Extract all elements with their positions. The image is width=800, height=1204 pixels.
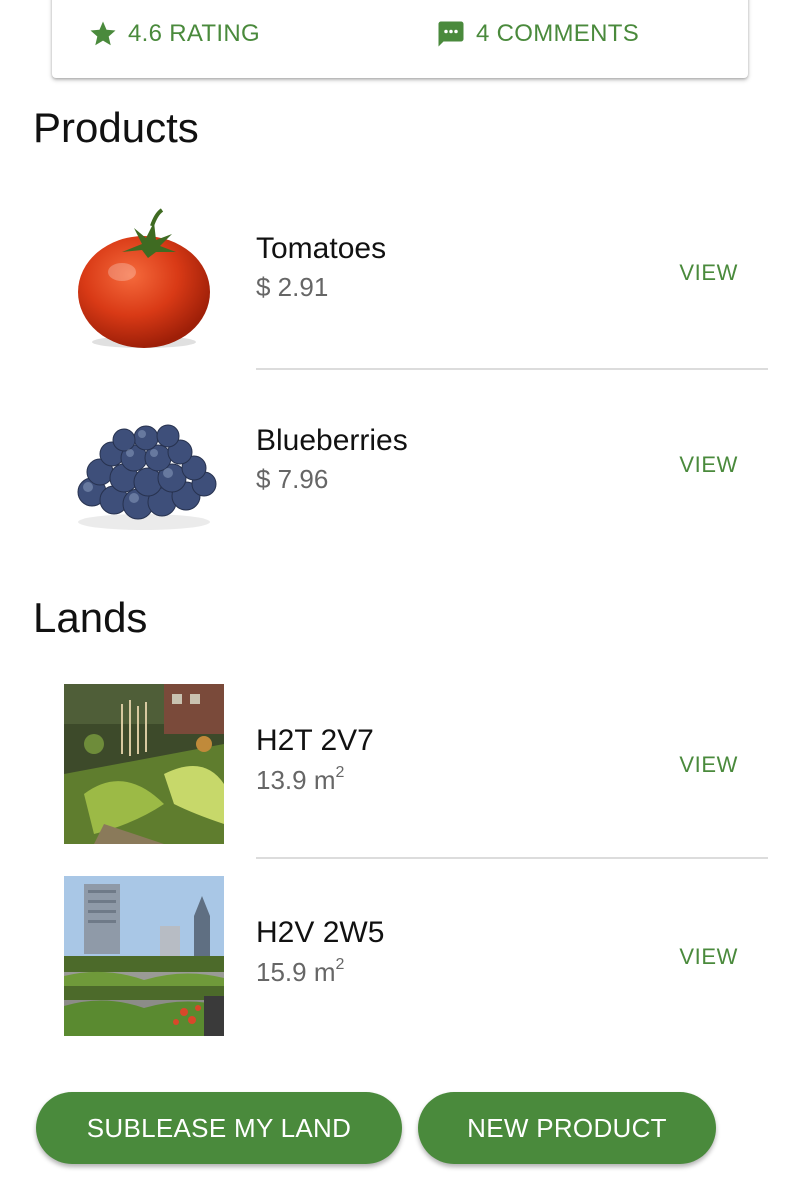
view-button-land-h2t[interactable]: VIEW (679, 752, 738, 778)
comments-stat[interactable]: 4 COMMENTS (436, 18, 639, 50)
land-info: H2T 2V7 13.9 m2 (256, 724, 374, 796)
view-button-land-h2v[interactable]: VIEW (679, 944, 738, 970)
product-price: $ 2.91 (256, 272, 329, 302)
land-row-h2v: H2V 2W5 15.9 m2 VIEW (0, 856, 800, 1036)
sublease-land-button[interactable]: SUBLEASE MY LAND (36, 1092, 402, 1164)
divider (256, 368, 768, 370)
product-price: $ 7.96 (256, 464, 329, 494)
tomato-image (64, 200, 224, 360)
products-section-title: Products (33, 104, 199, 151)
product-row-tomatoes: Tomatoes $ 2.91 VIEW (0, 180, 800, 348)
new-product-button[interactable]: NEW PRODUCT (418, 1092, 716, 1164)
land-area: 13.9 m2 (256, 764, 345, 795)
land-row-h2t: H2T 2V7 13.9 m2 VIEW (0, 664, 800, 844)
product-info: Blueberries $ 7.96 (256, 424, 408, 495)
comment-icon (438, 21, 464, 47)
product-name: Blueberries (256, 424, 408, 457)
product-info: Tomatoes $ 2.91 (256, 232, 386, 303)
garden-image (64, 684, 224, 844)
land-code: H2T 2V7 (256, 724, 374, 757)
blueberries-image (64, 392, 224, 552)
comments-label: 4 COMMENTS (476, 20, 640, 47)
rating-stat[interactable]: 4.6 RATING (88, 18, 260, 50)
land-area: 15.9 m2 (256, 956, 345, 987)
view-button-blueberries[interactable]: VIEW (679, 452, 738, 478)
star-icon (90, 21, 116, 46)
view-button-tomatoes[interactable]: VIEW (679, 260, 738, 286)
lands-section-title: Lands (33, 594, 148, 641)
stats-card: 4.6 RATING 4 COMMENTS (52, 0, 748, 78)
product-name: Tomatoes (256, 232, 387, 265)
land-info: H2V 2W5 15.9 m2 (256, 916, 384, 988)
land-code: H2V 2W5 (256, 916, 385, 949)
rating-label: 4.6 RATING (128, 20, 260, 47)
product-row-blueberries: Blueberries $ 7.96 VIEW (0, 372, 800, 532)
rooftop-garden-image (64, 876, 224, 1036)
